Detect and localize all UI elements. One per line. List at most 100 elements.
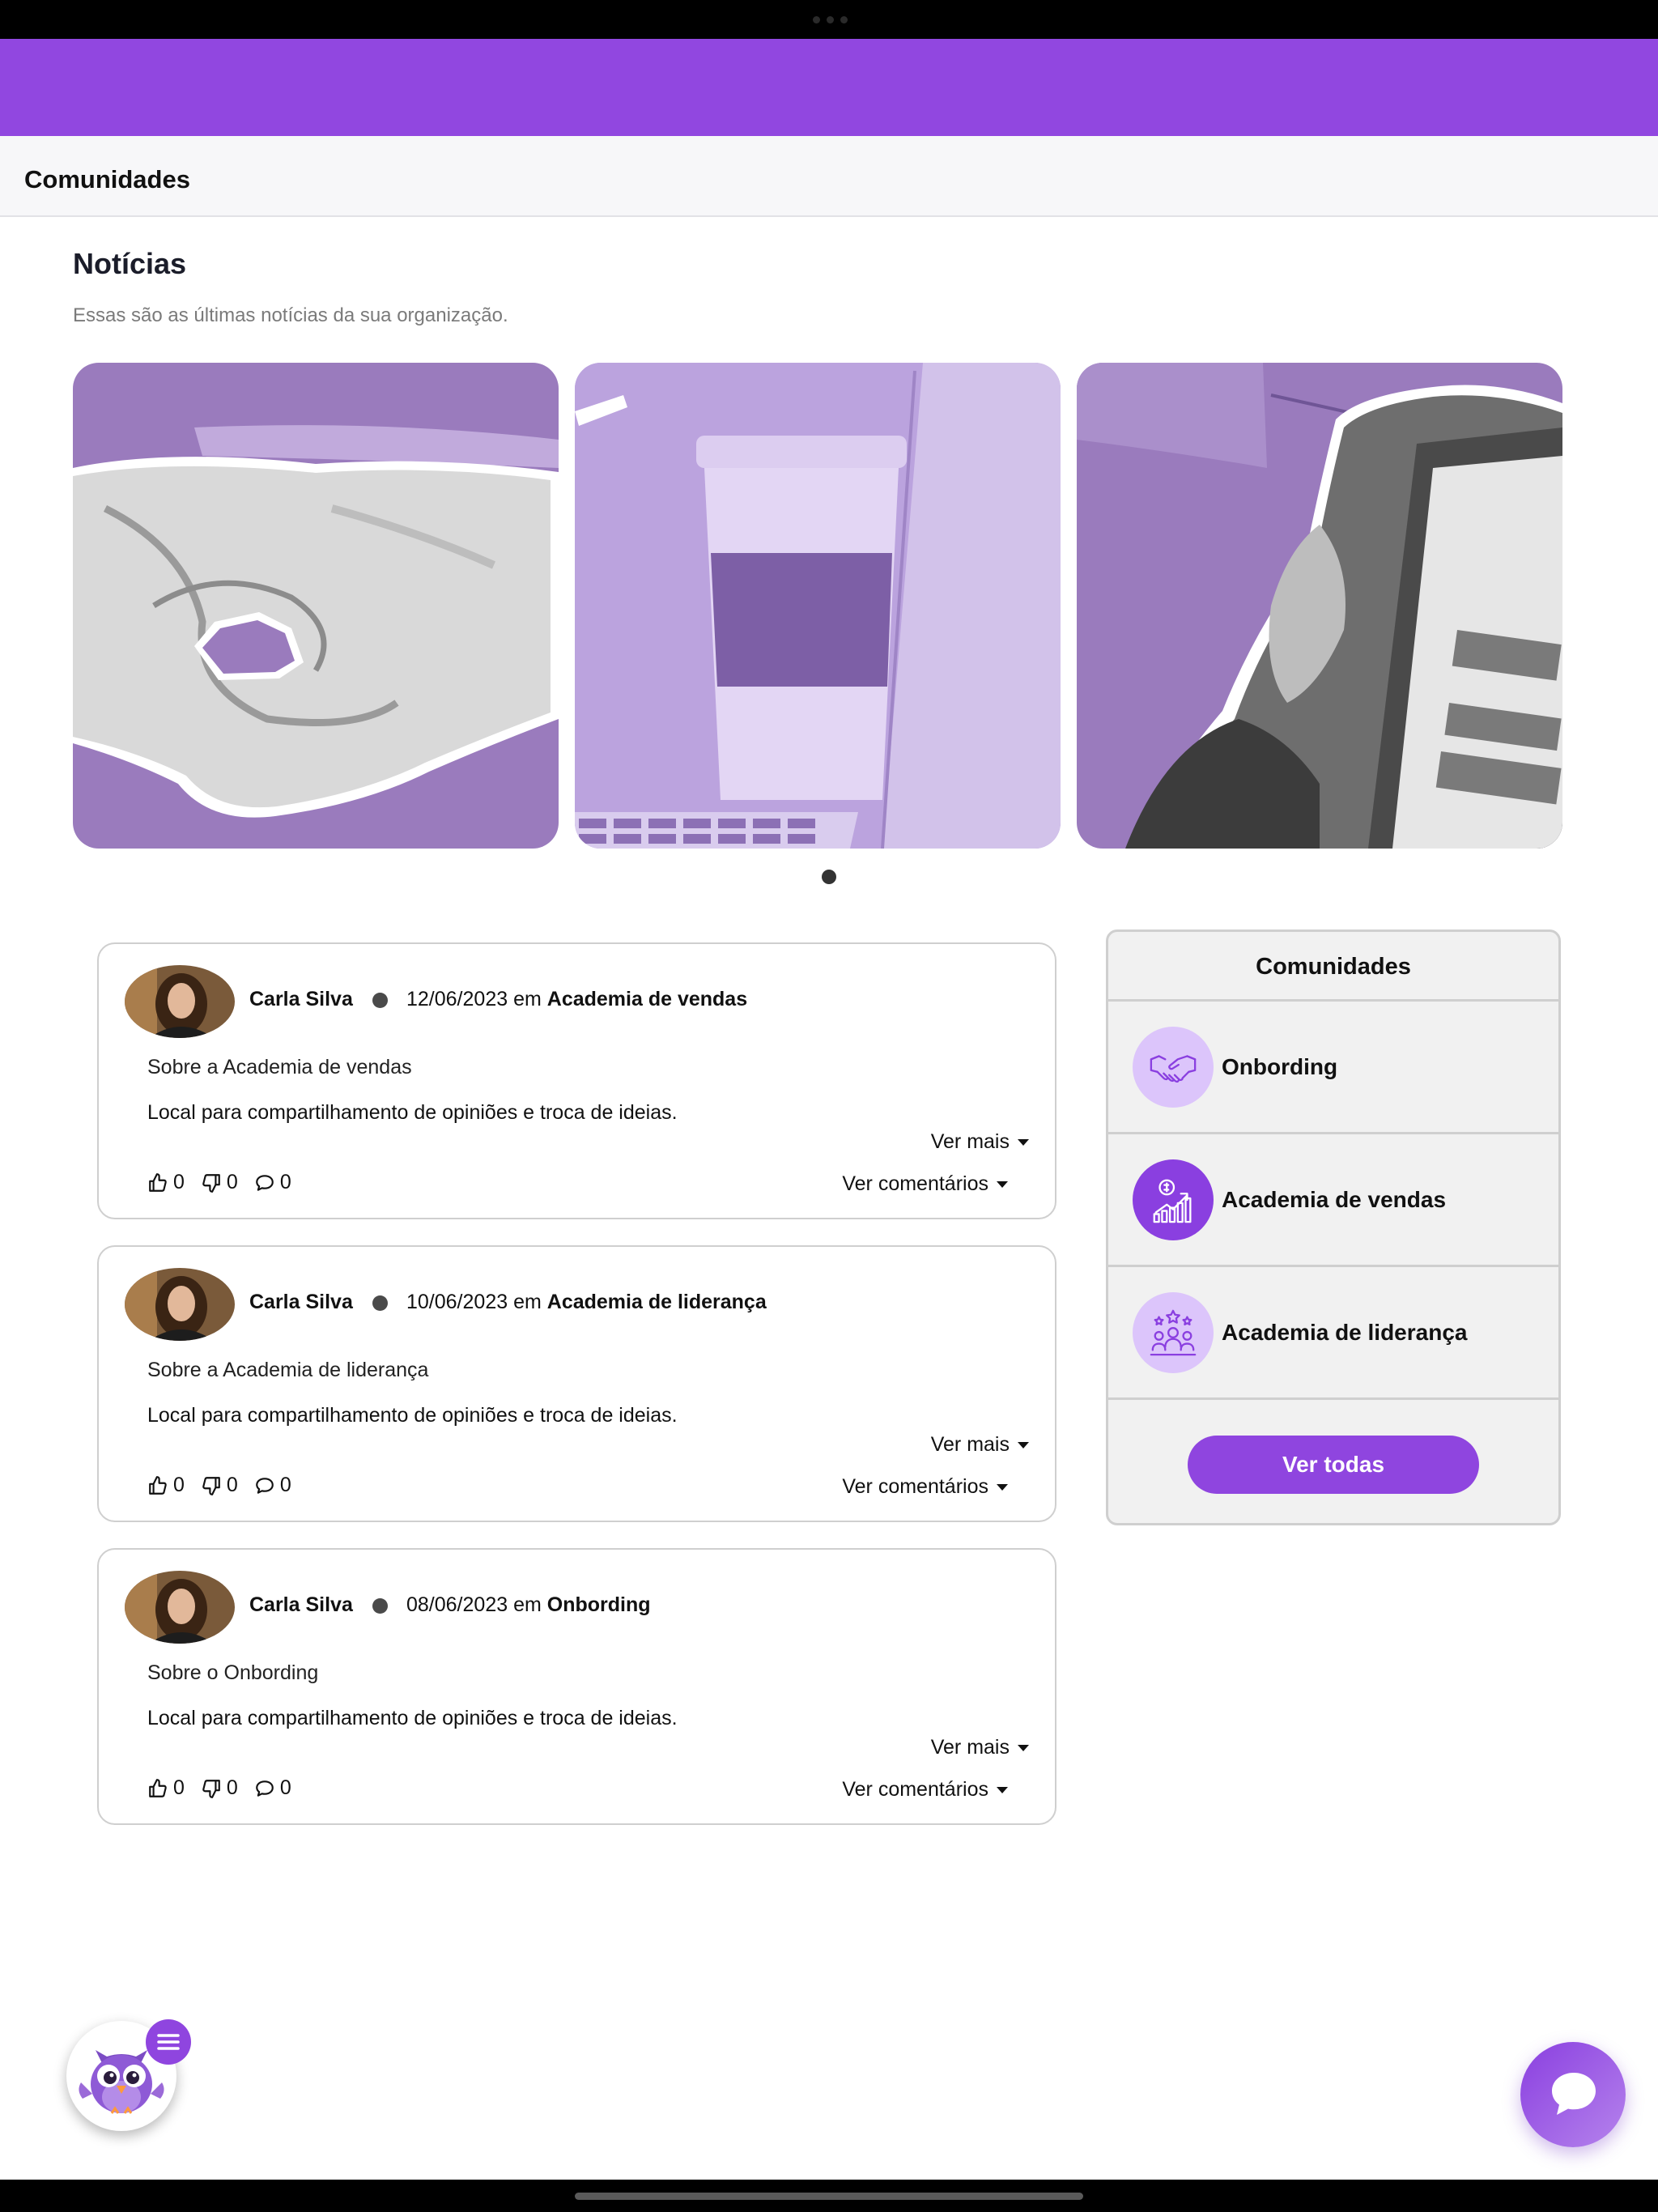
see-more-button[interactable]: Ver mais [931,1736,1029,1759]
see-more-label: Ver mais [930,1433,1010,1456]
community-item-academia-de-lideranca[interactable]: Academia de liderança [1108,1267,1558,1400]
like-button[interactable]: 0 [147,1474,185,1497]
news-banner-phone[interactable] [1077,363,1562,849]
caret-down-icon [1018,1745,1029,1752]
home-indicator[interactable] [575,2193,1083,2200]
dislike-count: 0 [226,1776,238,1799]
dislike-count: 0 [226,1474,238,1496]
community-item-academia-de-vendas[interactable]: Academia de vendas [1108,1134,1558,1267]
see-more-label: Ver mais [930,1736,1010,1759]
communities-panel-footer: Ver todas [1108,1400,1558,1523]
comment-count: 0 [279,1171,291,1193]
news-banner-coffee[interactable] [575,363,1061,849]
menu-icon [157,2034,180,2050]
post-in-word: em [513,1291,542,1313]
post-actions: 0 0 0 [147,1171,308,1194]
post-actions: 0 0 0 [147,1776,308,1800]
comment-count: 0 [279,1776,291,1799]
news-title: Notícias [73,247,187,280]
thumbs-down-icon [202,1173,220,1193]
see-comments-button[interactable]: Ver comentários [842,1172,1008,1196]
thumbs-down-icon [202,1476,220,1495]
caret-down-icon [997,1181,1008,1189]
post-body: Local para compartilhamento de opiniões … [147,1101,678,1124]
like-count: 0 [173,1171,185,1193]
post-author[interactable]: Carla Silva [249,1593,353,1617]
see-more-button[interactable]: Ver mais [931,1130,1029,1154]
caret-down-icon [997,1787,1008,1794]
separator-dot [372,1598,388,1614]
comment-icon [255,1477,274,1494]
caret-down-icon [1018,1442,1029,1449]
comment-button[interactable]: 0 [254,1171,291,1194]
coffee-cup-image [575,363,1061,849]
subheader: Comunidades [0,136,1658,217]
community-name: Onbording [1222,1053,1338,1079]
avatar[interactable] [125,1571,235,1644]
sales-growth-icon [1133,1159,1214,1240]
chat-icon [1552,2073,1596,2115]
see-comments-label: Ver comentários [842,1778,988,1801]
communities-panel-title: Comunidades [1108,932,1558,1002]
post-card: Carla Silva 12/06/2023 em Academia de ve… [97,942,1056,1219]
phone-calendar-image [1077,363,1562,849]
news-subtitle: Essas são as últimas notícias da sua org… [73,304,508,326]
see-more-button[interactable]: Ver mais [931,1433,1029,1457]
comment-icon [255,1174,274,1191]
thumbs-up-icon [149,1475,167,1495]
like-button[interactable]: 0 [147,1776,185,1800]
dislike-button[interactable]: 0 [201,1171,238,1194]
post-community-link[interactable]: Academia de liderança [547,1291,767,1313]
comment-button[interactable]: 0 [254,1776,291,1800]
like-count: 0 [173,1474,185,1496]
dislike-button[interactable]: 0 [201,1474,238,1497]
status-bar [0,0,1658,39]
separator-dot [372,1295,388,1311]
post-date: 10/06/2023 [406,1291,508,1313]
comment-button[interactable]: 0 [254,1474,291,1497]
menu-button[interactable] [146,2019,191,2065]
team-leadership-icon [1133,1291,1214,1373]
post-community-link[interactable]: Onbording [547,1593,651,1616]
post-author[interactable]: Carla Silva [249,1291,353,1314]
page-title: Comunidades [24,165,190,194]
post-meta: 10/06/2023 em Academia de liderança [406,1291,767,1314]
see-comments-label: Ver comentários [842,1475,988,1498]
like-count: 0 [173,1776,185,1799]
see-all-button[interactable]: Ver todas [1188,1436,1479,1494]
post-community-link[interactable]: Academia de vendas [547,988,747,1010]
post-card: Carla Silva 10/06/2023 em Academia de li… [97,1245,1056,1522]
post-author[interactable]: Carla Silva [249,988,353,1011]
caret-down-icon [997,1484,1008,1491]
see-comments-button[interactable]: Ver comentários [842,1475,1008,1499]
community-item-onbording[interactable]: Onbording [1108,1002,1558,1134]
thumbs-down-icon [202,1779,220,1798]
post-about: Sobre a Academia de liderança [147,1359,429,1381]
post-in-word: em [513,1593,542,1616]
caret-down-icon [1018,1139,1029,1146]
thumbs-up-icon [149,1778,167,1797]
chat-button[interactable] [1520,2042,1626,2147]
see-more-label: Ver mais [930,1130,1010,1153]
like-button[interactable]: 0 [147,1171,185,1194]
news-banner-hand[interactable] [73,363,559,849]
post-body: Local para compartilhamento de opiniões … [147,1707,678,1729]
comment-icon [255,1780,274,1797]
post-body: Local para compartilhamento de opiniões … [147,1404,678,1427]
carousel-dot[interactable] [822,870,836,884]
app-header [0,39,1658,136]
avatar[interactable] [125,965,235,1038]
post-about: Sobre a Academia de vendas [147,1056,412,1078]
see-comments-label: Ver comentários [842,1172,988,1195]
separator-dot [372,993,388,1008]
avatar[interactable] [125,1268,235,1341]
dislike-count: 0 [226,1171,238,1193]
post-date: 12/06/2023 [406,988,508,1010]
multitasking-dots[interactable] [813,16,848,23]
post-date: 08/06/2023 [406,1593,508,1616]
thumbs-up-icon [149,1172,167,1192]
post-about: Sobre o Onbording [147,1661,319,1684]
see-comments-button[interactable]: Ver comentários [842,1778,1008,1802]
post-card: Carla Silva 08/06/2023 em Onbording Sobr… [97,1548,1056,1825]
dislike-button[interactable]: 0 [201,1776,238,1800]
